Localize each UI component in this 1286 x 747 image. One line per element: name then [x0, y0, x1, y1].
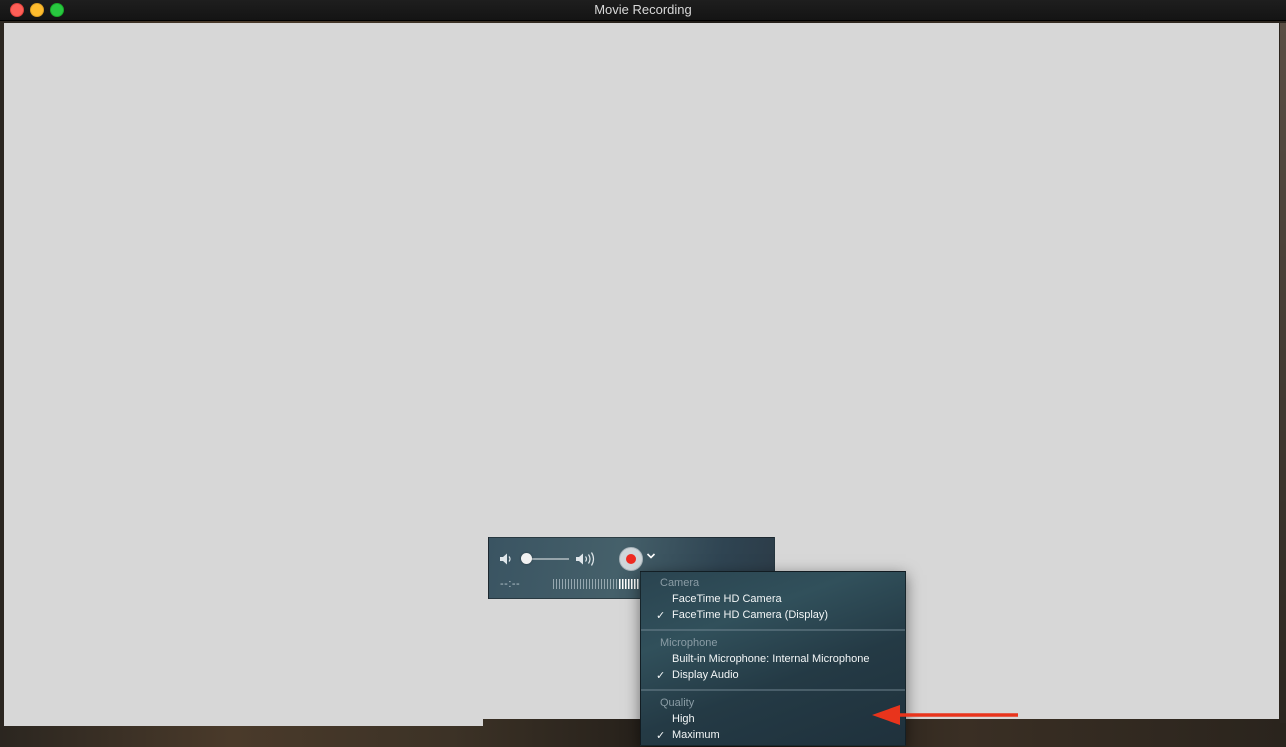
- recording-timecode: --:--: [500, 578, 521, 590]
- menu-item-quality[interactable]: High: [672, 713, 695, 725]
- speaker-low-icon[interactable]: [498, 551, 514, 567]
- menu-item-camera[interactable]: FaceTime HD Camera (Display): [672, 609, 828, 621]
- menu-item-camera[interactable]: FaceTime HD Camera: [672, 593, 782, 605]
- speaker-high-icon[interactable]: [574, 550, 598, 568]
- annotation-arrow-icon: [872, 705, 1018, 725]
- volume-slider-knob[interactable]: [521, 553, 532, 564]
- menu-separator: [641, 629, 905, 631]
- chevron-down-icon[interactable]: [646, 552, 656, 560]
- menu-item-microphone[interactable]: Display Audio: [672, 669, 739, 681]
- menu-header-camera: Camera: [660, 577, 700, 589]
- checkmark-icon: ✓: [656, 730, 666, 742]
- menu-item-quality[interactable]: Maximum: [672, 729, 720, 741]
- video-preview-bottom: [4, 719, 483, 726]
- record-icon: [626, 554, 636, 564]
- checkmark-icon: ✓: [656, 670, 666, 682]
- recording-options-menu: Camera FaceTime HD Camera ✓ FaceTime HD …: [640, 571, 906, 746]
- volume-slider-track[interactable]: [527, 558, 569, 560]
- window-title: Movie Recording: [594, 2, 692, 17]
- menu-separator: [641, 689, 905, 691]
- menu-header-microphone: Microphone: [660, 637, 718, 649]
- checkmark-icon: ✓: [656, 610, 666, 622]
- record-button[interactable]: [619, 547, 643, 571]
- menu-item-microphone[interactable]: Built-in Microphone: Internal Microphone: [672, 653, 870, 665]
- menu-header-quality: Quality: [660, 697, 695, 709]
- title-bar: Movie Recording: [0, 0, 1286, 21]
- desktop-background-edge: [1280, 23, 1286, 723]
- audio-level-meter-active: [619, 579, 639, 589]
